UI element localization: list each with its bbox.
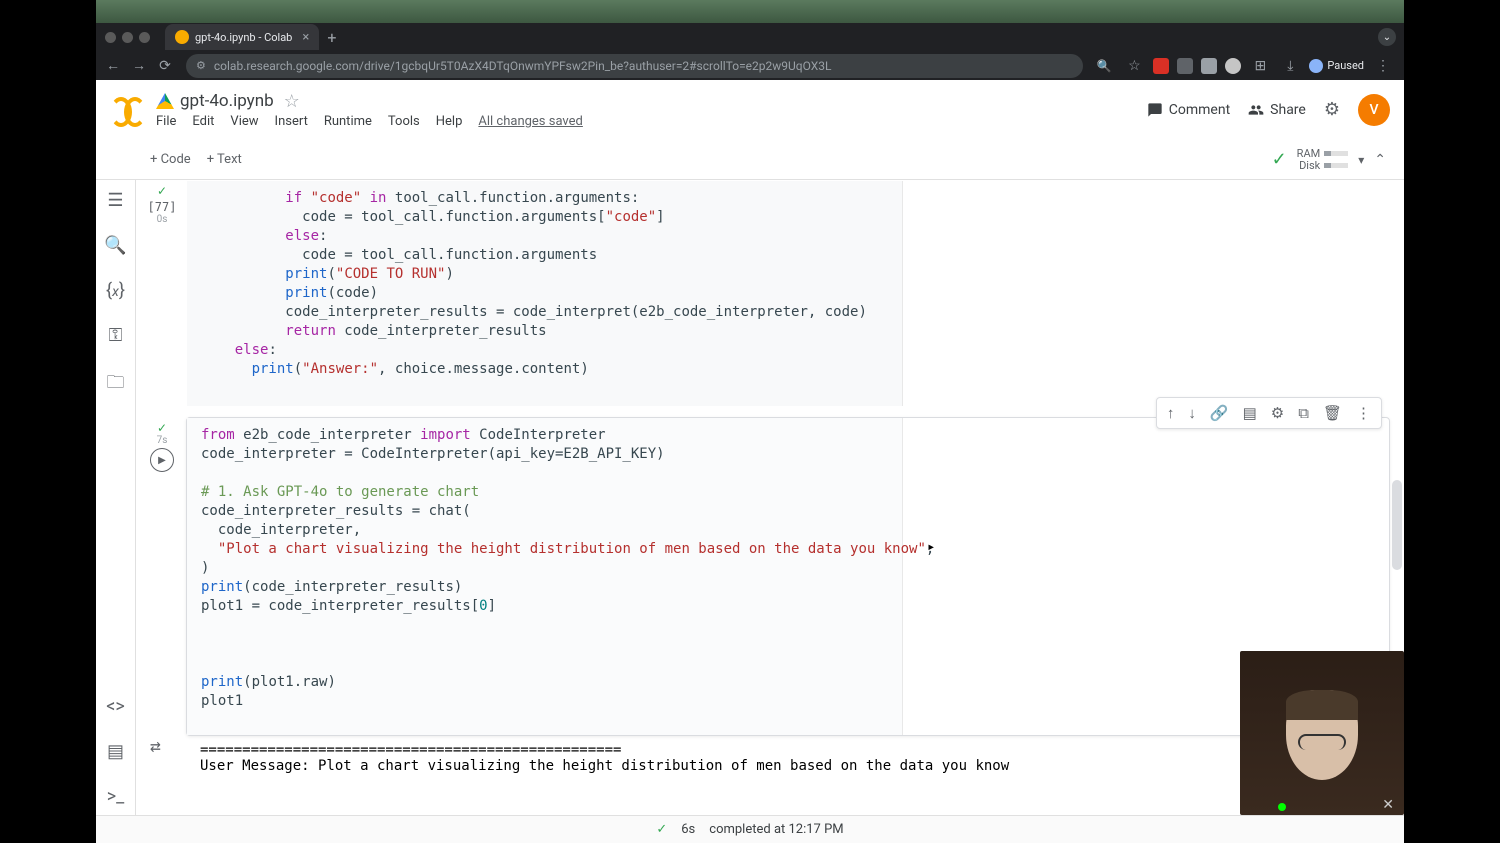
output-line: User Message: Plot a chart visualizing t… bbox=[200, 758, 1376, 774]
cell-output: ⇄ ======================================… bbox=[186, 736, 1390, 774]
new-tab-button[interactable]: + bbox=[327, 28, 336, 47]
bookmark-star-icon[interactable]: ☆ bbox=[1123, 58, 1145, 74]
code-cell-active: ↑ ↓ 🔗 ▤ ⚙ ⧉ 🗑 ⋮ ✓ 7s ▶ from e2b_co bbox=[142, 417, 1390, 774]
execution-time: 0s bbox=[157, 214, 168, 225]
menu-edit[interactable]: Edit bbox=[192, 114, 214, 129]
menu-insert[interactable]: Insert bbox=[275, 114, 308, 129]
extensions-puzzle-icon[interactable]: ⊞ bbox=[1249, 58, 1271, 74]
runtime-dropdown-icon[interactable]: ▾ bbox=[1358, 153, 1364, 167]
user-avatar[interactable]: V bbox=[1358, 94, 1390, 126]
status-check-icon: ✓ bbox=[656, 822, 667, 837]
search-icon[interactable]: 🔍 bbox=[104, 235, 126, 256]
share-people-icon bbox=[1248, 102, 1264, 118]
address-bar[interactable]: ⚙ colab.research.google.com/drive/1gcbqU… bbox=[186, 54, 1083, 78]
colab-header: gpt-4o.ipynb ☆ File Edit View Insert Run… bbox=[96, 80, 1404, 140]
move-cell-down-icon[interactable]: ↓ bbox=[1188, 404, 1196, 422]
comment-icon bbox=[1147, 102, 1163, 118]
menu-tools[interactable]: Tools bbox=[388, 114, 420, 129]
add-code-button[interactable]: + Code bbox=[150, 152, 191, 167]
menu-file[interactable]: File bbox=[156, 114, 176, 129]
colab-logo-icon[interactable] bbox=[110, 92, 146, 128]
execution-time: 7s bbox=[157, 435, 168, 446]
notebook-cells: ✓ [77] 0s if "code" in tool_call.functio… bbox=[136, 180, 1404, 815]
extension-icon-3[interactable] bbox=[1201, 58, 1217, 74]
scrollbar-thumb[interactable] bbox=[1392, 480, 1402, 570]
comment-button[interactable]: Comment bbox=[1147, 102, 1230, 118]
site-settings-icon[interactable]: ⚙ bbox=[196, 59, 206, 72]
star-icon[interactable]: ☆ bbox=[284, 91, 300, 112]
resource-indicator[interactable]: RAM Disk bbox=[1297, 148, 1349, 172]
browser-menu-icon[interactable]: ⋮ bbox=[1372, 58, 1394, 74]
text-cursor: ▸ bbox=[927, 538, 935, 557]
files-folder-icon[interactable]: 🗀 bbox=[107, 370, 125, 400]
code-snippets-icon[interactable]: <> bbox=[106, 696, 125, 717]
run-cell-button[interactable]: ▶ bbox=[150, 448, 174, 472]
share-button[interactable]: Share bbox=[1248, 102, 1306, 118]
nav-forward-icon[interactable]: → bbox=[128, 57, 150, 74]
cell-link-icon[interactable]: 🔗 bbox=[1210, 404, 1229, 422]
toc-icon[interactable]: ☰ bbox=[107, 190, 123, 211]
toolbar: + Code + Text ✓ RAM Disk ▾ ⌃ bbox=[96, 140, 1404, 180]
output-toggle-icon[interactable]: ⇄ bbox=[150, 736, 161, 757]
traffic-light-min[interactable] bbox=[122, 32, 133, 43]
settings-gear-icon[interactable]: ⚙ bbox=[1324, 99, 1340, 120]
traffic-light-max[interactable] bbox=[139, 32, 150, 43]
cell-settings-icon[interactable]: ⚙ bbox=[1271, 404, 1284, 422]
collapse-icon[interactable]: ⌃ bbox=[1374, 152, 1386, 168]
cell-comment-icon[interactable]: ▤ bbox=[1243, 404, 1257, 422]
menu-view[interactable]: View bbox=[230, 114, 258, 129]
profile-chip[interactable]: Paused bbox=[1309, 59, 1364, 73]
move-cell-up-icon[interactable]: ↑ bbox=[1167, 404, 1175, 422]
secrets-key-icon[interactable]: ⚿ bbox=[109, 325, 123, 346]
execution-count: [77] bbox=[148, 200, 177, 214]
gdrive-icon bbox=[156, 93, 174, 109]
left-sidebar: ☰ 🔍 {x} ⚿ 🗀 <> ▤ >_ bbox=[96, 180, 136, 815]
menu-runtime[interactable]: Runtime bbox=[324, 114, 372, 129]
cell-delete-icon[interactable]: 🗑 bbox=[1323, 404, 1342, 422]
output-line: ========================================… bbox=[200, 742, 1376, 758]
code-editor[interactable]: from e2b_code_interpreter import CodeInt… bbox=[187, 418, 903, 735]
terminal-icon[interactable]: >_ bbox=[107, 786, 125, 807]
status-bar: ✓ 6s completed at 12:17 PM bbox=[96, 815, 1404, 843]
tab-title: gpt-4o.ipynb - Colab bbox=[195, 31, 292, 44]
notebook-name[interactable]: gpt-4o.ipynb bbox=[180, 91, 274, 111]
browser-chrome: gpt-4o.ipynb - Colab × + ⌄ ← → ⟳ ⚙ colab… bbox=[96, 23, 1404, 80]
menu-help[interactable]: Help bbox=[436, 114, 463, 129]
nav-back-icon[interactable]: ← bbox=[102, 57, 124, 74]
cell-toolbar: ↑ ↓ 🔗 ▤ ⚙ ⧉ 🗑 ⋮ bbox=[1156, 397, 1382, 429]
traffic-light-close[interactable] bbox=[105, 32, 116, 43]
macos-titlebar bbox=[96, 0, 1404, 23]
extension-icon-1[interactable] bbox=[1153, 58, 1169, 74]
cell-more-icon[interactable]: ⋮ bbox=[1356, 404, 1371, 422]
cell-mirror-icon[interactable]: ⧉ bbox=[1298, 404, 1309, 422]
colab-favicon bbox=[175, 30, 189, 44]
cell-status-check-icon: ✓ bbox=[157, 184, 167, 198]
close-webcam-icon[interactable]: ✕ bbox=[1382, 797, 1394, 813]
tab-close-icon[interactable]: × bbox=[302, 30, 309, 45]
code-editor[interactable]: if "code" in tool_call.function.argument… bbox=[187, 181, 903, 406]
status-check-icon: ✓ bbox=[1272, 149, 1287, 170]
status-duration: 6s bbox=[681, 822, 695, 837]
menubar: File Edit View Insert Runtime Tools Help… bbox=[156, 114, 1147, 129]
browser-tab[interactable]: gpt-4o.ipynb - Colab × bbox=[165, 24, 319, 50]
status-dot-icon bbox=[1278, 803, 1286, 811]
paused-label: Paused bbox=[1327, 59, 1364, 72]
save-status[interactable]: All changes saved bbox=[478, 114, 583, 129]
code-cell-77: ✓ [77] 0s if "code" in tool_call.functio… bbox=[142, 180, 1390, 407]
tab-search-icon[interactable]: ⌄ bbox=[1378, 28, 1396, 46]
variables-icon[interactable]: {x} bbox=[106, 280, 125, 301]
zoom-icon[interactable]: 🔍 bbox=[1093, 59, 1115, 73]
nav-reload-icon[interactable]: ⟳ bbox=[154, 58, 176, 74]
add-text-button[interactable]: + Text bbox=[207, 152, 242, 167]
extension-icon-4[interactable] bbox=[1225, 58, 1241, 74]
command-palette-icon[interactable]: ▤ bbox=[107, 741, 124, 762]
status-completed: completed at 12:17 PM bbox=[709, 822, 843, 837]
webcam-overlay: ✕ bbox=[1240, 651, 1404, 815]
cell-status-check-icon: ✓ bbox=[157, 421, 167, 435]
url-text: colab.research.google.com/drive/1gcbqUr5… bbox=[214, 59, 832, 73]
extension-icon-2[interactable] bbox=[1177, 58, 1193, 74]
downloads-icon[interactable]: ⤓ bbox=[1279, 58, 1301, 74]
